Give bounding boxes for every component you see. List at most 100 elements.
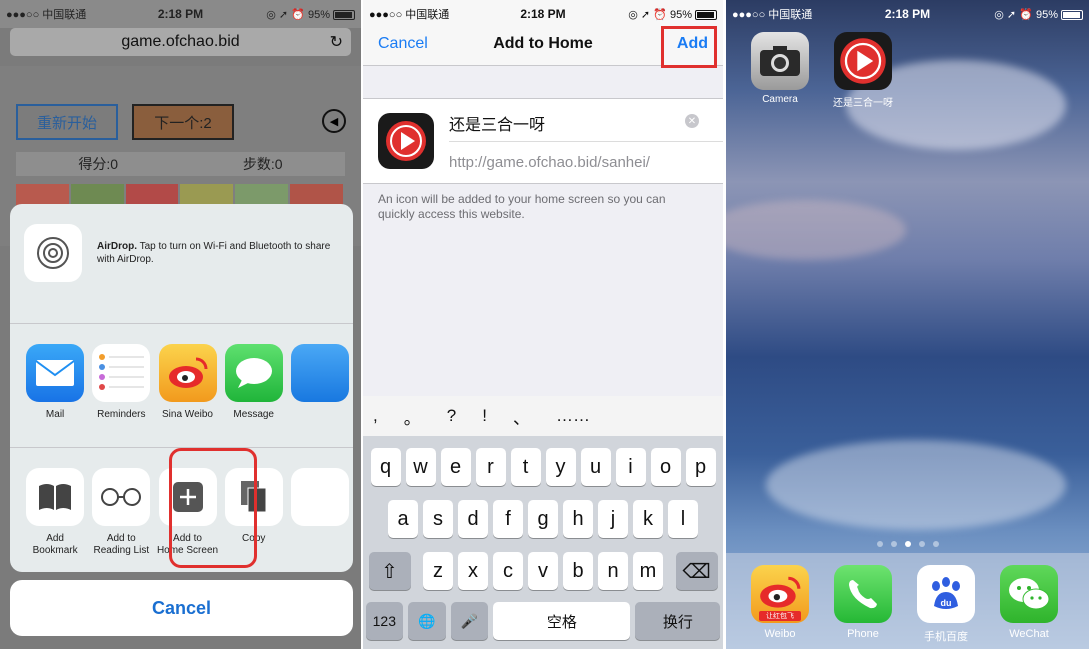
key-k[interactable]: k bbox=[633, 500, 663, 538]
punctuation-key[interactable]: 。 bbox=[404, 404, 421, 429]
restart-button[interactable]: 重新开始 bbox=[16, 104, 118, 140]
reload-icon[interactable]: ↻ bbox=[330, 32, 343, 52]
url-bar[interactable]: game.ofchao.bid ↻ bbox=[10, 28, 351, 56]
key-u[interactable]: u bbox=[580, 448, 611, 486]
action-label: Add Bookmark bbox=[33, 533, 78, 557]
space-key[interactable]: 空格 bbox=[493, 602, 631, 640]
message-icon bbox=[224, 344, 283, 402]
page-dot[interactable] bbox=[932, 541, 939, 547]
time-label: 2:18 PM bbox=[520, 7, 566, 21]
key-m[interactable]: m bbox=[633, 552, 663, 590]
key-x[interactable]: x bbox=[458, 552, 488, 590]
key-t[interactable]: t bbox=[510, 448, 541, 486]
keyboard-letters-3: zxcvbnm bbox=[421, 552, 666, 590]
status-right: ◎ ➚ ⏰ 95% bbox=[966, 8, 1083, 21]
book-icon bbox=[26, 468, 85, 526]
key-l[interactable]: l bbox=[668, 500, 698, 538]
status-bar: ●●●○○ 中国联通 2:18 PM ◎ ➚ ⏰ 95% bbox=[363, 0, 723, 28]
action-add-reading-list[interactable]: Add to Reading List bbox=[88, 448, 154, 572]
key-v[interactable]: v bbox=[528, 552, 558, 590]
partial-app-icon bbox=[290, 344, 349, 402]
add-to-home-panel: ●●●○○ 中国联通 2:18 PM ◎ ➚ ⏰ 95% Cancel Add … bbox=[363, 0, 723, 649]
punctuation-key[interactable]: ! bbox=[482, 406, 487, 426]
status-icons: ◎ ➚ ⏰ bbox=[266, 8, 305, 21]
phone-icon[interactable] bbox=[834, 565, 892, 623]
page-dot[interactable] bbox=[904, 541, 911, 547]
key-h[interactable]: h bbox=[563, 500, 593, 538]
share-app-label: Reminders bbox=[97, 409, 146, 420]
key-b[interactable]: b bbox=[563, 552, 593, 590]
key-f[interactable]: f bbox=[493, 500, 523, 538]
key-d[interactable]: d bbox=[458, 500, 488, 538]
key-e[interactable]: e bbox=[440, 448, 471, 486]
key-z[interactable]: z bbox=[423, 552, 453, 590]
highlight-box bbox=[661, 26, 717, 68]
delete-key[interactable]: ⌫ bbox=[675, 552, 718, 590]
key-y[interactable]: y bbox=[545, 448, 576, 486]
partial-action-icon bbox=[290, 468, 349, 526]
battery-icon bbox=[695, 9, 717, 20]
page-dot[interactable] bbox=[890, 541, 897, 547]
sound-icon[interactable]: ◀ bbox=[322, 109, 346, 133]
status-right: ◎ ➚ ⏰ 95% bbox=[601, 8, 717, 21]
weibo-badge: 让红包飞 bbox=[759, 611, 801, 621]
key-r[interactable]: r bbox=[475, 448, 506, 486]
status-icons: ◎ ➚ ⏰ bbox=[994, 8, 1033, 21]
return-key[interactable]: 换行 bbox=[635, 602, 721, 640]
share-app-label: Mail bbox=[45, 409, 65, 420]
key-w[interactable]: w bbox=[405, 448, 436, 486]
share-app-reminders[interactable]: Reminders bbox=[88, 324, 154, 447]
key-q[interactable]: q bbox=[370, 448, 401, 486]
share-cancel-button[interactable]: Cancel bbox=[10, 580, 353, 636]
clear-icon[interactable]: ✕ bbox=[685, 114, 699, 128]
page-dot[interactable] bbox=[876, 541, 883, 547]
baidu-icon[interactable]: du bbox=[917, 565, 975, 623]
home-app-label: Camera bbox=[762, 94, 798, 105]
airdrop-section[interactable]: AirDrop. Tap to turn on Wi-Fi and Blueto… bbox=[10, 204, 353, 324]
punctuation-key[interactable]: ? bbox=[447, 406, 456, 426]
app-name-input[interactable]: 还是三合一呀 bbox=[449, 111, 545, 135]
key-n[interactable]: n bbox=[598, 552, 628, 590]
airdrop-title: AirDrop. bbox=[97, 241, 137, 252]
home-screen-panel: ●●●○○ 中国联通 2:18 PM ◎ ➚ ⏰ 95% Camera 还是三合… bbox=[726, 0, 1089, 649]
carrier-label: ●●●○○ 中国联通 bbox=[732, 9, 813, 21]
punctuation-key[interactable]: …… bbox=[556, 406, 590, 426]
battery-label: 95% bbox=[1035, 8, 1058, 21]
dock: 让红包飞 Weibo Phone du 手机百度 WeChat bbox=[726, 553, 1089, 649]
battery-label: 95% bbox=[669, 8, 692, 21]
camera-icon[interactable] bbox=[751, 32, 809, 90]
key-j[interactable]: j bbox=[598, 500, 628, 538]
punctuation-key[interactable]: , bbox=[373, 406, 378, 426]
status-bar: ●●●○○ 中国联通 2:18 PM ◎ ➚ ⏰ 95% bbox=[726, 0, 1089, 28]
status-bar: ●●●○○ 中国联通 2:18 PM ◎ ➚ ⏰ 95% bbox=[0, 0, 361, 28]
key-p[interactable]: p bbox=[685, 448, 716, 486]
share-app-partial[interactable] bbox=[287, 324, 353, 447]
microphone-icon[interactable]: 🎤 bbox=[450, 602, 489, 640]
wechat-icon[interactable] bbox=[1000, 565, 1058, 623]
keyboard-row-1: qwertyuiop bbox=[363, 448, 723, 486]
key-o[interactable]: o bbox=[650, 448, 681, 486]
weibo-icon[interactable]: 让红包飞 bbox=[751, 565, 809, 623]
action-label-line1: Add bbox=[46, 533, 64, 544]
action-add-bookmark[interactable]: Add Bookmark bbox=[22, 448, 88, 572]
shift-key[interactable]: ⇧ bbox=[368, 552, 411, 590]
page-dot[interactable] bbox=[918, 541, 925, 547]
punctuation-key[interactable]: 、 bbox=[513, 404, 530, 429]
share-app-message[interactable]: Message bbox=[221, 324, 287, 447]
play-icon[interactable] bbox=[834, 32, 892, 90]
globe-icon[interactable]: 🌐 bbox=[408, 602, 446, 640]
key-a[interactable]: a bbox=[388, 500, 418, 538]
score-bar: 得分:0 步数:0 bbox=[16, 152, 345, 176]
nav-bar: ●●●○○ 中国联通 2:18 PM ◎ ➚ ⏰ 95% Cancel Add … bbox=[363, 0, 723, 68]
time-label: 2:18 PM bbox=[157, 7, 204, 21]
share-app-mail[interactable]: Mail bbox=[22, 324, 88, 447]
key-s[interactable]: s bbox=[423, 500, 453, 538]
next-button[interactable]: 下一个:2 bbox=[132, 104, 234, 140]
share-app-weibo[interactable]: Sina Weibo bbox=[154, 324, 220, 447]
key-c[interactable]: c bbox=[493, 552, 523, 590]
key-g[interactable]: g bbox=[528, 500, 558, 538]
airdrop-icon bbox=[24, 224, 82, 282]
key-i[interactable]: i bbox=[615, 448, 646, 486]
numbers-key[interactable]: 123 bbox=[365, 602, 404, 640]
action-partial[interactable] bbox=[287, 448, 353, 572]
